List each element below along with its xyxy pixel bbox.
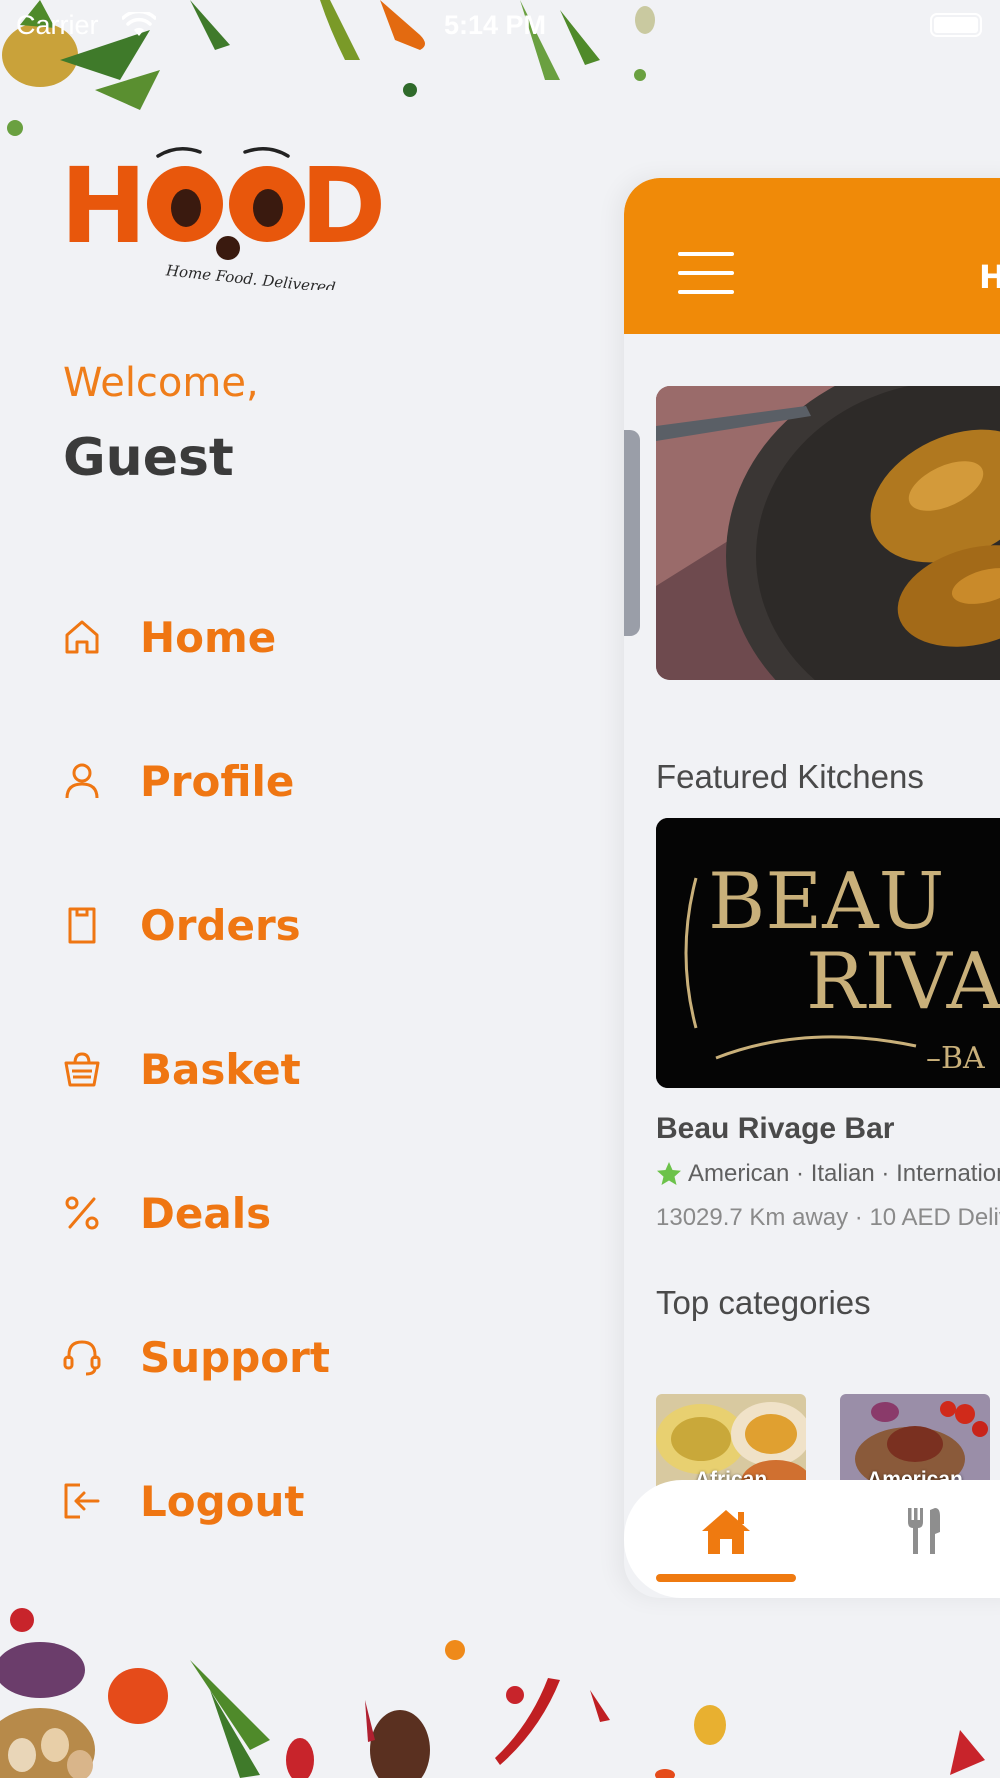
top-categories-title: Top categories [656,1284,871,1321]
user-icon [60,759,104,803]
svg-text:–BA: –BA [926,1041,985,1076]
tab-kitchens[interactable] [904,1506,944,1556]
svg-text:H: H [60,145,147,267]
home-icon [702,1510,750,1554]
kitchen-distance-delivery: 13029.7 Km away · 10 AED Deliv [656,1204,1000,1231]
sidebar-item-label: Orders [140,900,301,950]
tab-home[interactable] [656,1502,796,1582]
user-name: Guest [63,428,234,488]
app-header: H [624,178,1000,334]
kitchen-logo-image[interactable]: BEAU RIVAG –BA [656,818,1000,1088]
sidebar-item-label: Home [140,612,277,662]
sidebar-item-label: Logout [140,1476,305,1526]
kitchen-name[interactable]: Beau Rivage Bar [656,1112,894,1146]
cuisines-text: American · Italian · Internation [688,1160,1000,1187]
fork-knife-icon [908,1508,940,1554]
sidebar-item-label: Profile [140,756,295,806]
status-bar: Carrier 5:14 PM [0,0,1000,50]
active-tab-indicator [656,1574,796,1582]
header-title: H [979,258,1000,296]
hood-logo: H D Home Food. Delivered. [60,140,400,298]
bottom-navigation [624,1480,1000,1598]
sidebar-item-support[interactable]: Support [60,1285,330,1429]
home-screen-panel[interactable]: H Featured Kitchens BEAU RIVAG –BA Beau … [624,178,1000,1598]
sidebar-item-label: Basket [140,1044,301,1094]
basket-icon [60,1047,104,1091]
svg-text:BEAU: BEAU [708,857,944,947]
svg-text:D: D [300,145,386,267]
sidebar-item-basket[interactable]: Basket [60,997,330,1141]
star-icon [657,1162,681,1185]
home-icon [60,615,104,659]
sidebar-item-label: Support [140,1332,330,1382]
receipt-icon [60,903,104,947]
wifi-icon [121,9,157,43]
headset-icon [60,1335,104,1379]
promo-banner-image[interactable] [656,386,1000,680]
sidebar-menu: Home Profile Orders Basket Deals Support [60,565,330,1573]
category-card-american[interactable]: American [840,1394,990,1494]
carrier-label: Carrier [16,10,99,40]
battery-icon [930,13,982,37]
sidebar-item-profile[interactable]: Profile [60,709,330,853]
hamburger-menu-icon[interactable] [678,252,734,294]
category-card-african[interactable]: African [656,1394,806,1494]
featured-kitchens-title: Featured Kitchens [656,758,924,795]
sidebar-item-deals[interactable]: Deals [60,1141,330,1285]
sidebar-item-home[interactable]: Home [60,565,330,709]
carousel-previous-slide[interactable] [624,430,640,636]
sidebar-item-logout[interactable]: Logout [60,1429,330,1573]
svg-text:RIVAG: RIVAG [806,937,1000,1027]
logout-icon [60,1479,104,1523]
percent-icon [60,1191,104,1235]
kitchen-cuisines: American · Italian · Internation [656,1160,1000,1188]
sidebar-item-orders[interactable]: Orders [60,853,330,997]
sidebar-item-label: Deals [140,1188,272,1238]
clock: 5:14 PM [444,10,547,40]
welcome-text: Welcome, [63,360,259,406]
vegetables-decoration-bottom [0,1608,985,1778]
